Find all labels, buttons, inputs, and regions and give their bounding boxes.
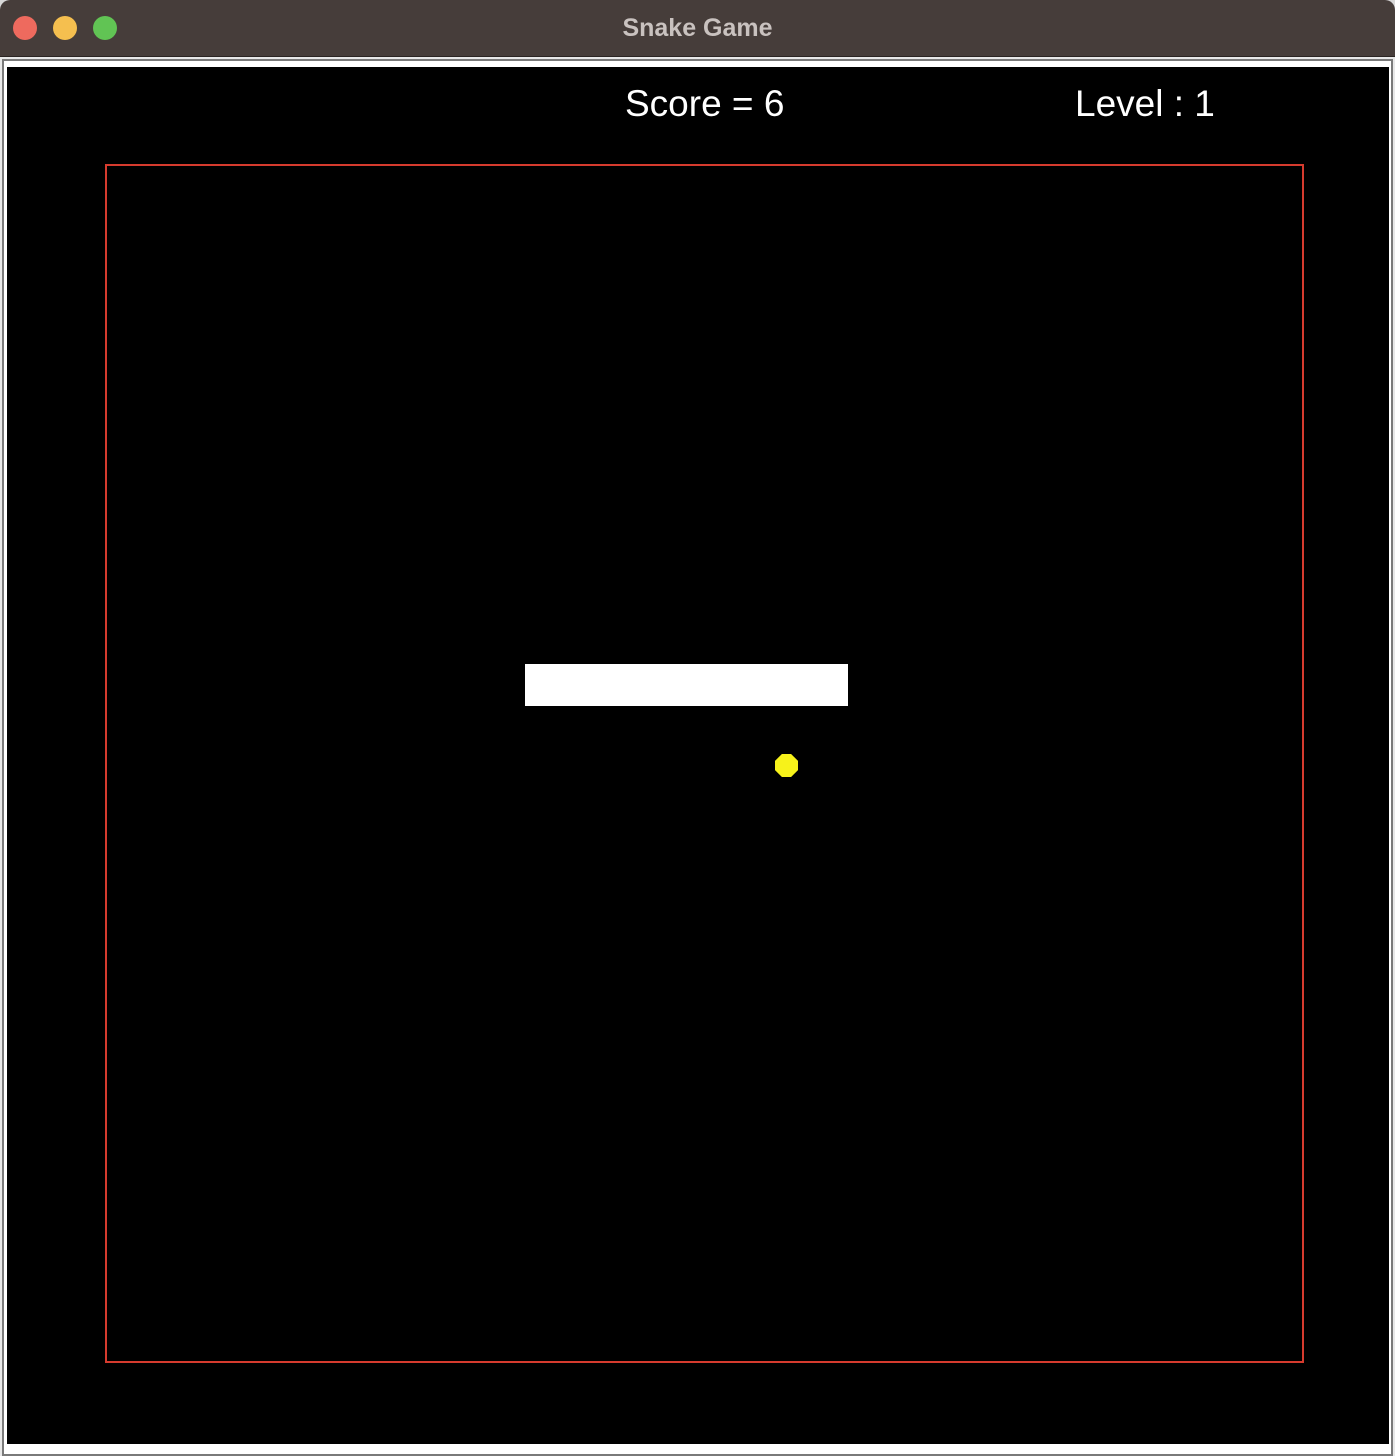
title-bar[interactable]: Snake Game (0, 0, 1395, 57)
app-window: Snake Game Score = 6 Level : 1 (0, 0, 1395, 1456)
snake-head (782, 664, 848, 706)
level-label: Level : 1 (1075, 83, 1215, 124)
food-pellet (775, 754, 798, 777)
snake-segment (653, 664, 719, 706)
snake-segment (718, 664, 784, 706)
arena-border (105, 164, 1304, 1363)
score-label: Score = 6 (625, 83, 785, 124)
window-title: Snake Game (622, 14, 773, 42)
snake-segment (525, 664, 590, 706)
snake-segment (589, 664, 655, 706)
